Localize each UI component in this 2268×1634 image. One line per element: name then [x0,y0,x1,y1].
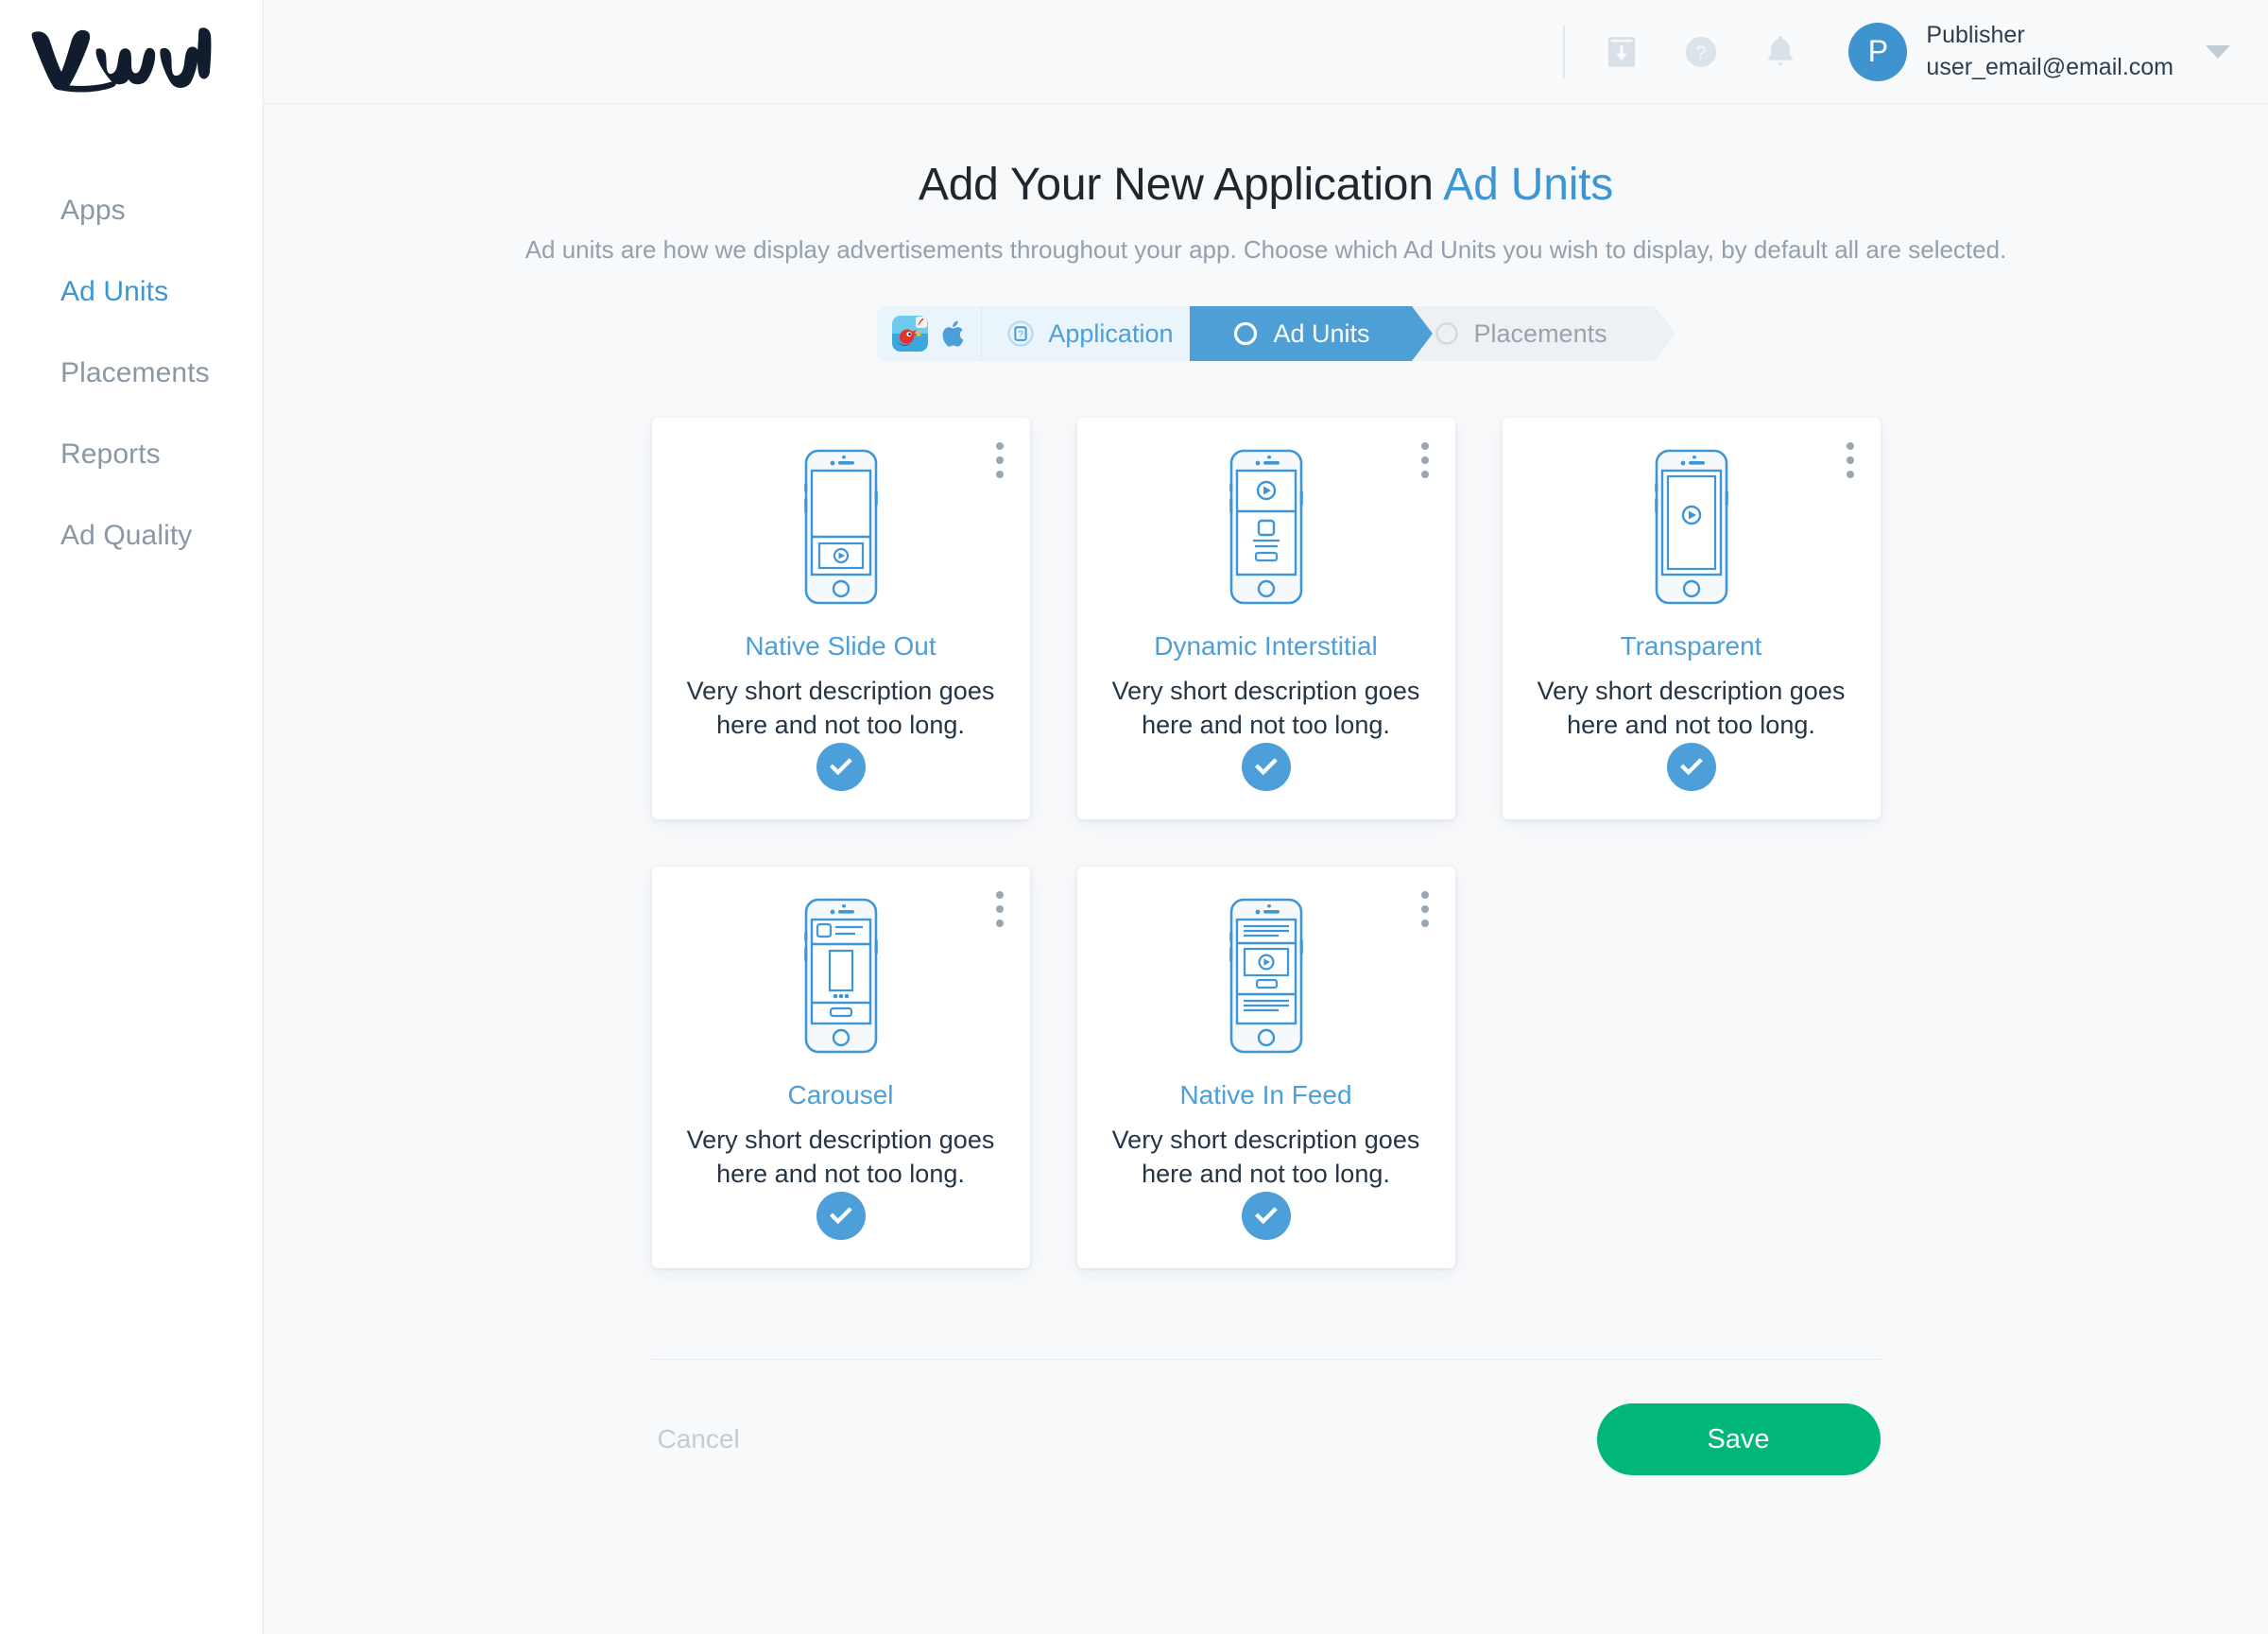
step-status-icon-application: ? [1006,319,1035,348]
ad-unit-description: Very short description goes here and not… [1111,1126,1420,1188]
ad-unit-selected-checkbox[interactable] [1241,1191,1291,1240]
progress-stepper: ? Application Ad Units Placements [877,306,1675,361]
step-ad-units[interactable]: Ad Units [1190,306,1433,361]
avatar[interactable]: P [1848,22,1908,81]
ad-unit-card-native-in-feed[interactable]: Native In Feed Very short description go… [1076,867,1455,1268]
ad-unit-description: Very short description goes here and not… [686,677,995,739]
ad-unit-selected-checkbox[interactable] [816,742,866,791]
ad-units-grid-wrapper: Native Slide Out Very short description … [264,418,2268,1268]
phone-slide-out-icon [803,448,878,605]
ad-unit-description: Very short description goes here and not… [686,1126,995,1188]
sidebar-item-ad-quality[interactable]: Ad Quality [0,495,263,576]
topbar-divider [1563,25,1566,78]
download-icon[interactable] [1601,31,1642,73]
ad-unit-title: Dynamic Interstitial [1154,631,1378,662]
ad-unit-card-dynamic-interstitial[interactable]: Dynamic Interstitial Very short descript… [1076,418,1455,819]
vungle-logo[interactable] [0,17,263,102]
ad-unit-title: Native Slide Out [745,631,936,662]
sidebar: Apps Ad Units Placements Reports Ad Qual… [0,0,264,1634]
ad-unit-title: Carousel [787,1080,894,1110]
app-root: Apps Ad Units Placements Reports Ad Qual… [0,0,2268,1634]
step-status-icon-ad-units [1231,319,1260,348]
apple-icon [941,318,968,350]
sidebar-item-placements[interactable]: Placements [0,333,263,414]
ad-unit-title: Transparent [1620,631,1762,662]
user-name: Publisher [1926,21,2025,48]
top-bar: ? P Publisher user_email@email.com [264,0,2268,104]
footer-actions: Cancel Save [651,1359,1881,1513]
sidebar-item-label: Ad Quality [60,520,193,551]
footer-wrapper: Cancel Save [264,1359,2268,1513]
chevron-down-icon[interactable] [2206,44,2230,59]
sidebar-item-reports[interactable]: Reports [0,414,263,495]
phone-interstitial-icon [1228,448,1303,605]
step-status-icon-placements [1433,319,1461,348]
cancel-button[interactable]: Cancel [652,1411,746,1468]
ad-unit-selected-checkbox[interactable] [816,1191,866,1240]
svg-text:?: ? [1696,43,1707,63]
page-subtitle: Ad units are how we display advertisemen… [524,235,2007,264]
sidebar-item-apps[interactable]: Apps [0,170,263,251]
angry-birds-app-icon [892,316,929,352]
sidebar-item-label: Ad Units [60,276,169,307]
ad-units-grid: Native Slide Out Very short description … [651,418,1881,1268]
sidebar-item-label: Placements [60,357,210,388]
ad-unit-description: Very short description goes here and not… [1111,677,1420,739]
step-label-application: Application [1048,318,1174,348]
phone-in-feed-icon [1228,897,1303,1054]
page-title: Add Your New Application Ad Units [264,159,2268,211]
step-label-ad-units: Ad Units [1273,318,1370,348]
stepper-wrapper: ? Application Ad Units Placements [264,306,2268,361]
main-content: ? P Publisher user_email@email.com Add Y… [264,0,2268,1634]
user-info[interactable]: Publisher user_email@email.com [1926,20,2174,84]
page-title-main: Add Your New Application [918,160,1444,210]
card-menu-icon[interactable] [995,891,1005,927]
svg-text:?: ? [1019,330,1024,340]
ad-unit-card-native-slide-out[interactable]: Native Slide Out Very short description … [651,418,1030,819]
sidebar-item-label: Reports [60,439,161,470]
ad-unit-card-transparent[interactable]: Transparent Very short description goes … [1502,418,1881,819]
help-icon[interactable]: ? [1680,31,1722,73]
card-menu-icon[interactable] [1420,891,1431,927]
save-button[interactable]: Save [1596,1403,1881,1475]
page-title-accent: Ad Units [1443,160,1614,210]
sidebar-nav: Apps Ad Units Placements Reports Ad Qual… [0,170,263,576]
stepper-app-badge[interactable] [877,306,983,361]
step-label-placements: Placements [1473,318,1607,348]
phone-transparent-icon [1654,448,1728,605]
sidebar-item-label: Apps [60,195,126,226]
ad-unit-selected-checkbox[interactable] [1666,742,1716,791]
card-menu-icon[interactable] [1420,442,1431,478]
notifications-icon[interactable] [1760,31,1801,73]
avatar-initial: P [1867,34,1889,68]
card-menu-icon[interactable] [995,442,1005,478]
card-menu-icon[interactable] [1846,442,1856,478]
phone-carousel-icon [803,897,878,1054]
step-application[interactable]: ? Application [982,306,1232,361]
user-email: user_email@email.com [1926,53,2174,80]
ad-unit-card-carousel[interactable]: Carousel Very short description goes her… [651,867,1030,1268]
ad-unit-description: Very short description goes here and not… [1537,677,1846,739]
ad-unit-title: Native In Feed [1179,1080,1352,1110]
sidebar-item-ad-units[interactable]: Ad Units [0,251,263,333]
ad-unit-selected-checkbox[interactable] [1241,742,1291,791]
